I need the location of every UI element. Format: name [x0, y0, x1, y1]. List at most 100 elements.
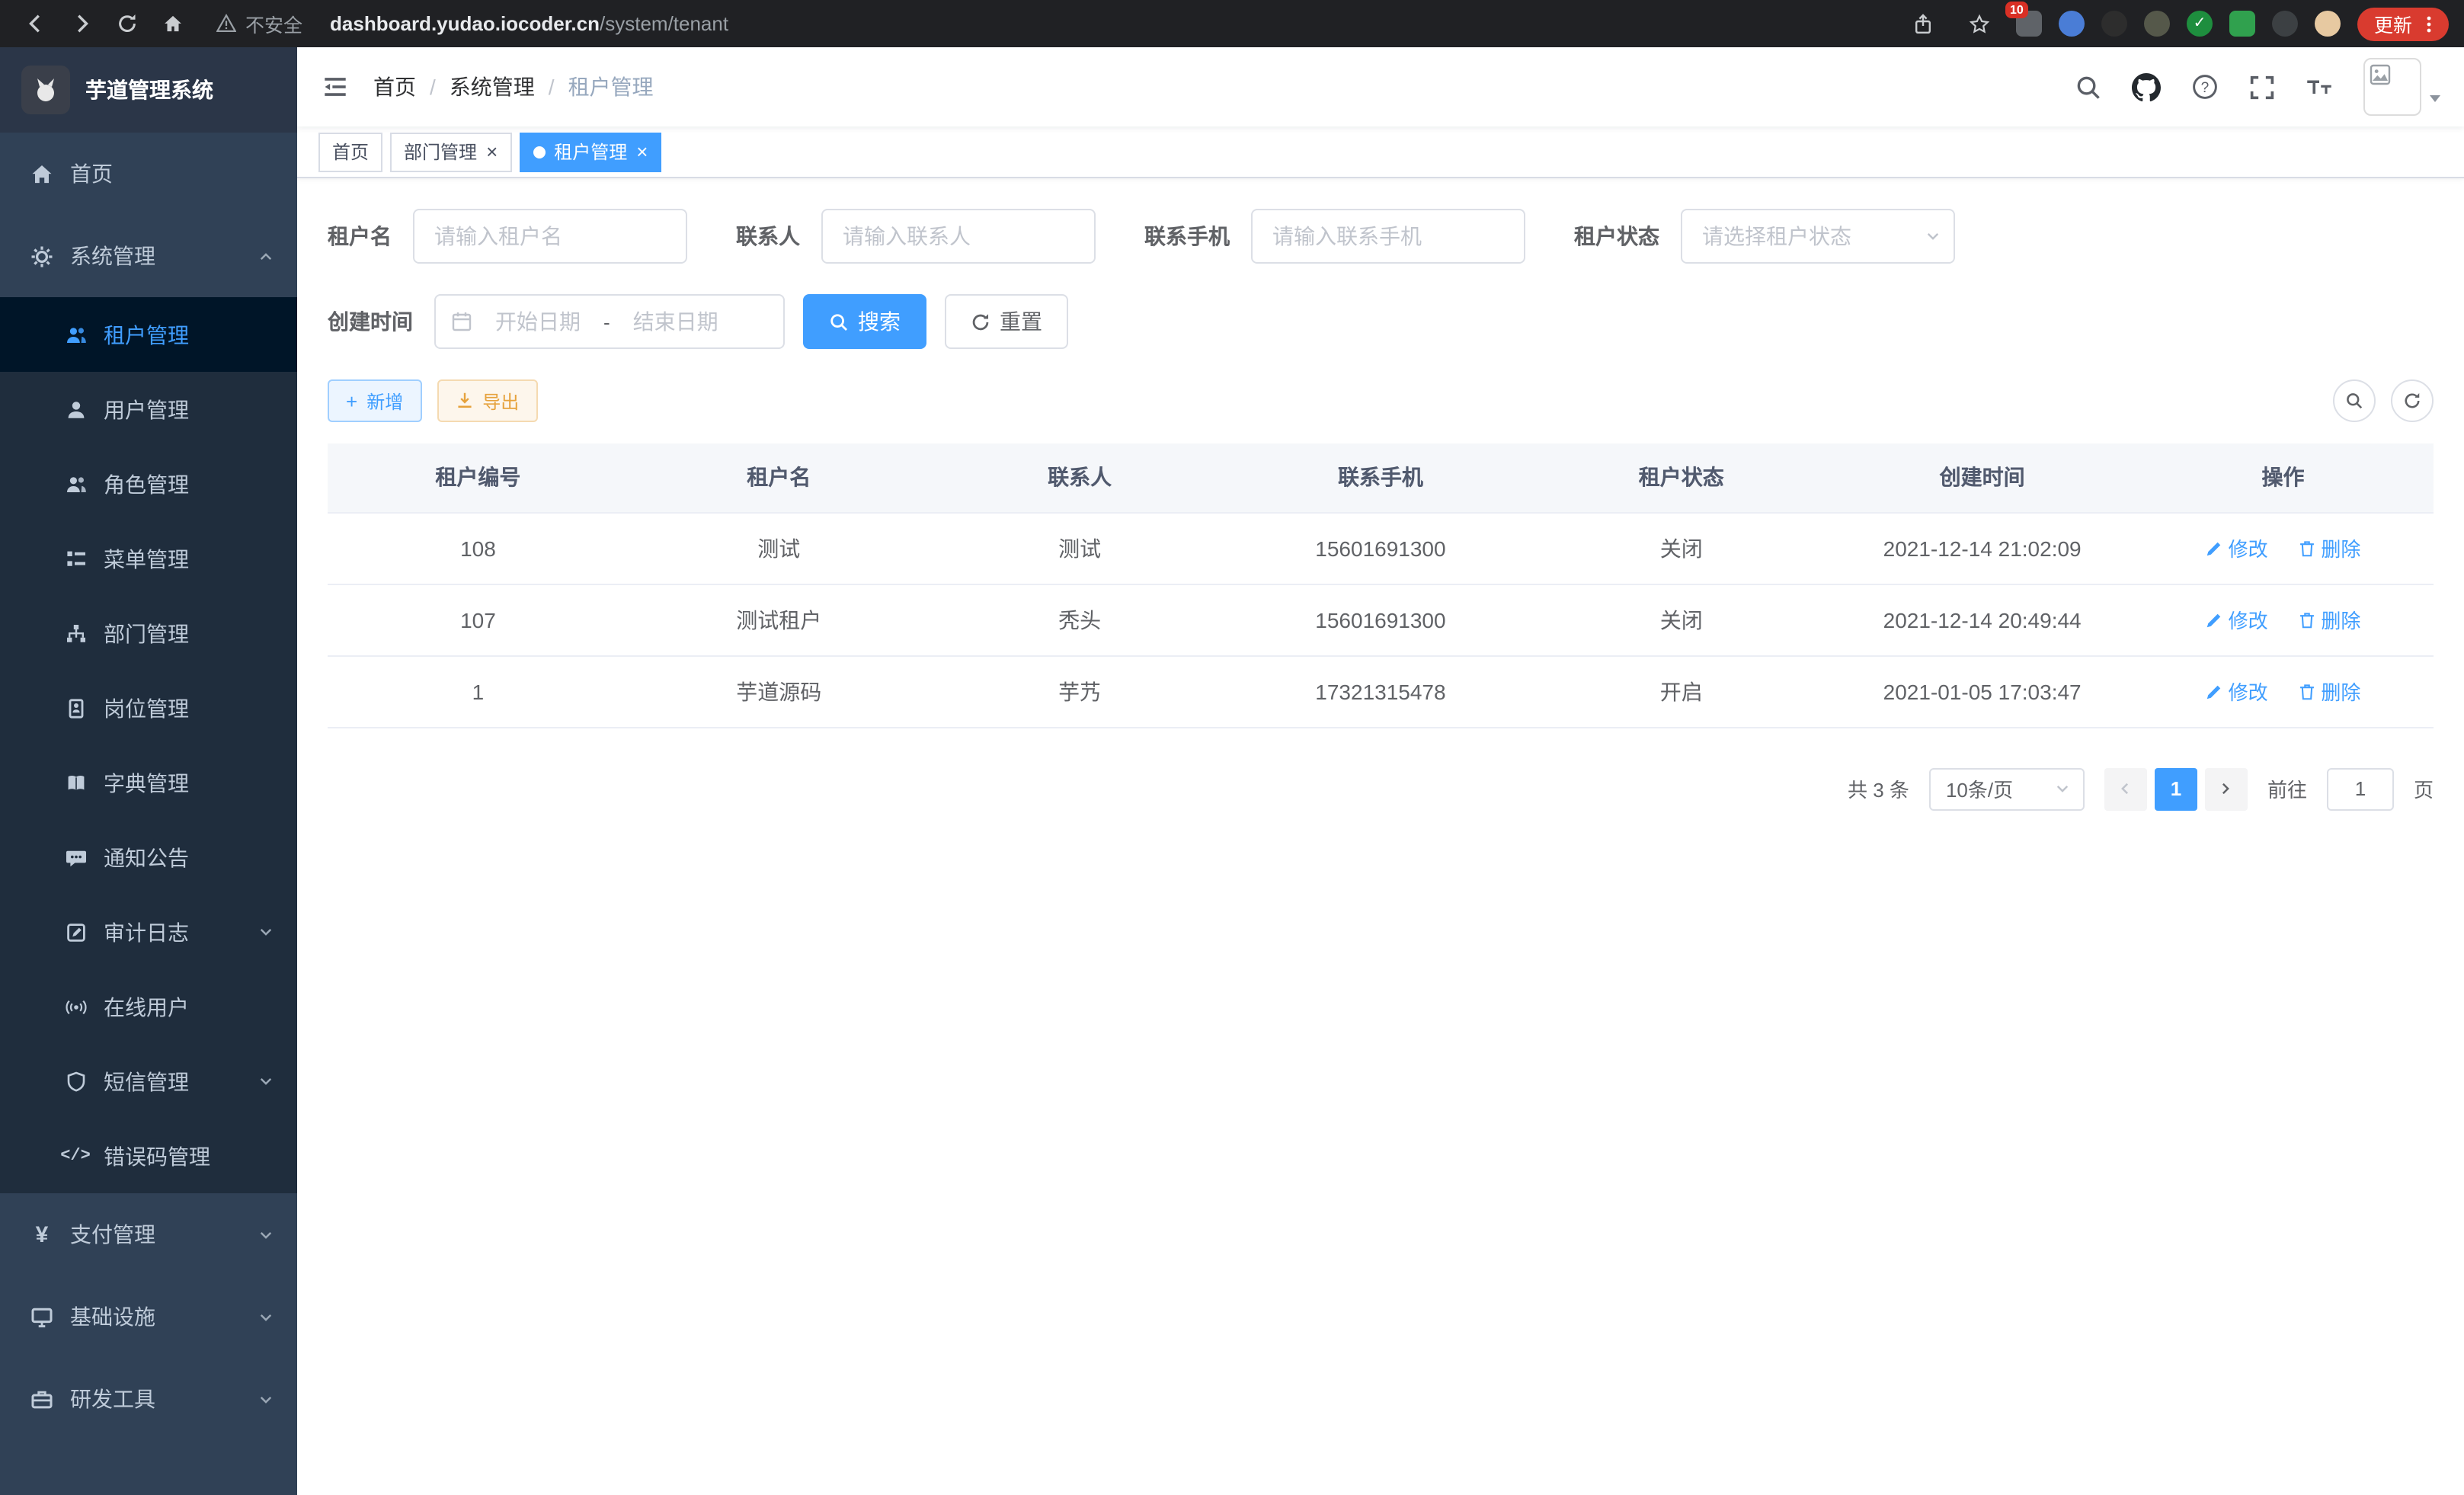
column-header[interactable]: 租户状态: [1531, 443, 1832, 512]
page-size-select[interactable]: 10条/页: [1929, 767, 2085, 810]
sidebar-item-dict[interactable]: 字典管理: [0, 745, 297, 820]
sidebar-item-notice[interactable]: 通知公告: [0, 820, 297, 895]
breadcrumb-item-home[interactable]: 首页: [373, 72, 416, 102]
column-header[interactable]: 创建时间: [1832, 443, 2133, 512]
tenant-name-input[interactable]: [413, 209, 687, 264]
sidebar-item-payment[interactable]: ¥ 支付管理: [0, 1193, 297, 1276]
header-search-button[interactable]: [2075, 74, 2101, 100]
sidebar-item-error-code[interactable]: </> 错误码管理: [0, 1119, 297, 1193]
column-header[interactable]: 租户编号: [328, 443, 629, 512]
tab-label: 部门管理: [404, 139, 477, 165]
extension-icon[interactable]: [2315, 11, 2341, 37]
status-select[interactable]: [1681, 209, 1955, 264]
sidebar-item-label: 支付管理: [70, 1219, 155, 1250]
table-row[interactable]: 108 测试 测试 15601691300 关闭 2021-12-14 21:0…: [328, 512, 2434, 584]
extension-icon[interactable]: [2272, 11, 2298, 37]
date-range-picker[interactable]: -: [434, 294, 785, 349]
share-button[interactable]: [1903, 4, 1943, 43]
delete-link[interactable]: 删除: [2298, 677, 2360, 706]
extension-icon[interactable]: [2229, 11, 2255, 37]
column-header[interactable]: 租户名: [629, 443, 930, 512]
chevron-down-icon: [258, 1391, 274, 1407]
tab-home[interactable]: 首页: [318, 132, 382, 171]
extension-icon[interactable]: ✓: [2187, 11, 2213, 37]
edit-link[interactable]: 修改: [2206, 605, 2268, 634]
tab-dept[interactable]: 部门管理 ×: [390, 132, 511, 171]
table-row[interactable]: 107 测试租户 秃头 15601691300 关闭 2021-12-14 20…: [328, 584, 2434, 655]
reload-button[interactable]: [107, 4, 146, 43]
address-bar[interactable]: dashboard.yudao.iocoder.cn/system/tenant: [330, 12, 728, 35]
next-page-button[interactable]: [2205, 767, 2248, 810]
export-button[interactable]: 导出: [437, 379, 537, 422]
sidebar-item-home[interactable]: 首页: [0, 133, 297, 215]
edit-link[interactable]: 修改: [2206, 677, 2268, 706]
refresh-icon: [971, 312, 990, 331]
sidebar-item-system[interactable]: 系统管理: [0, 215, 297, 297]
home-button[interactable]: [152, 4, 192, 43]
chevron-down-icon: [2054, 780, 2071, 797]
date-start-input[interactable]: [480, 309, 596, 334]
sidebar-item-role[interactable]: 角色管理: [0, 447, 297, 521]
help-button[interactable]: ?: [2191, 73, 2219, 101]
bookmark-button[interactable]: [1960, 4, 1999, 43]
code-icon: </>: [64, 1144, 87, 1167]
user-icon: [64, 398, 87, 421]
sidebar-item-dev-tools[interactable]: 研发工具: [0, 1358, 297, 1440]
sidebar-item-post[interactable]: 岗位管理: [0, 671, 297, 745]
kebab-menu-icon: [2420, 14, 2438, 33]
delete-link[interactable]: 删除: [2298, 605, 2360, 634]
pagination-total: 共 3 条: [1848, 774, 1909, 803]
github-link[interactable]: [2132, 72, 2161, 101]
breadcrumb-item-system[interactable]: 系统管理: [450, 72, 535, 102]
sidebar-item-tenant[interactable]: 租户管理: [0, 297, 297, 372]
extension-icon[interactable]: [2144, 11, 2170, 37]
chevron-up-icon: [258, 248, 274, 264]
extension-icon[interactable]: 10: [2016, 11, 2042, 37]
sidebar-item-online-users[interactable]: 在线用户: [0, 969, 297, 1044]
table-row[interactable]: 1 芋道源码 芋艿 17321315478 开启 2021-01-05 17:0…: [328, 655, 2434, 727]
sidebar-logo[interactable]: 芋道管理系统: [0, 47, 297, 133]
sidebar-item-user[interactable]: 用户管理: [0, 372, 297, 447]
back-button[interactable]: [15, 4, 55, 43]
browser-update-button[interactable]: 更新: [2357, 7, 2449, 40]
current-page-button[interactable]: 1: [2155, 767, 2197, 810]
extension-icon[interactable]: [2059, 11, 2085, 37]
fullscreen-button[interactable]: [2249, 74, 2275, 100]
monitor-icon: [30, 1305, 53, 1328]
search-button[interactable]: 搜索: [803, 294, 926, 349]
forward-button[interactable]: [61, 4, 101, 43]
sidebar-collapse-button[interactable]: [297, 75, 373, 99]
user-menu[interactable]: [2363, 58, 2443, 116]
prev-page-button[interactable]: [2104, 767, 2147, 810]
svg-text:?: ?: [2201, 80, 2210, 96]
reset-button[interactable]: 重置: [945, 294, 1068, 349]
column-header[interactable]: 操作: [2133, 443, 2434, 512]
cell-status: 关闭: [1531, 512, 1832, 584]
date-end-input[interactable]: [618, 309, 734, 334]
refresh-table-button[interactable]: [2391, 379, 2434, 422]
column-header[interactable]: 联系手机: [1230, 443, 1531, 512]
font-size-button[interactable]: [2306, 75, 2333, 99]
edit-link[interactable]: 修改: [2206, 533, 2268, 562]
users-icon: [64, 323, 87, 346]
tab-tenant[interactable]: 租户管理 ×: [519, 132, 661, 171]
sidebar-item-infrastructure[interactable]: 基础设施: [0, 1276, 297, 1358]
delete-link[interactable]: 删除: [2298, 533, 2360, 562]
close-icon[interactable]: ×: [486, 142, 498, 162]
sidebar-item-menu[interactable]: 菜单管理: [0, 521, 297, 596]
add-button[interactable]: + 新增: [328, 379, 421, 422]
close-icon[interactable]: ×: [636, 142, 648, 162]
column-header[interactable]: 联系人: [930, 443, 1230, 512]
star-icon: [1969, 13, 1990, 34]
security-indicator[interactable]: 不安全: [216, 9, 302, 38]
cell-actions: 修改 删除: [2133, 655, 2434, 727]
sidebar-item-sms[interactable]: 短信管理: [0, 1044, 297, 1119]
phone-input[interactable]: [1251, 209, 1525, 264]
extension-icon[interactable]: [2101, 11, 2127, 37]
goto-page-input[interactable]: [2327, 767, 2394, 810]
toggle-search-button[interactable]: [2333, 379, 2376, 422]
contact-input[interactable]: [821, 209, 1096, 264]
sidebar-item-audit-log[interactable]: 审计日志: [0, 895, 297, 969]
document-edit-icon: [64, 920, 87, 943]
sidebar-item-dept[interactable]: 部门管理: [0, 596, 297, 671]
